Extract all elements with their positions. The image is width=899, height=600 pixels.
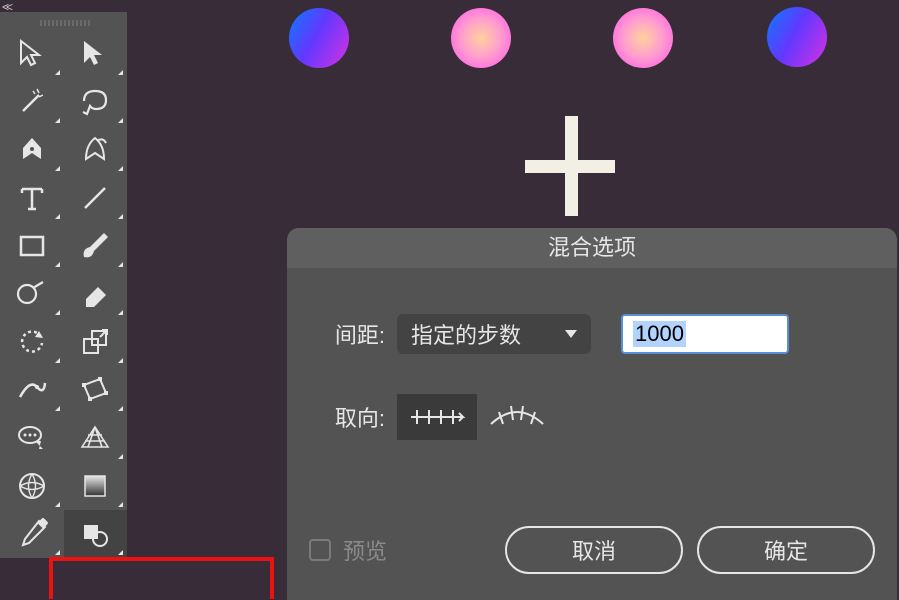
gradient-circle-4[interactable] bbox=[767, 7, 827, 67]
spacing-value-input[interactable]: 1000 bbox=[621, 314, 789, 354]
selection-tool[interactable] bbox=[0, 30, 64, 78]
rectangle-tool[interactable] bbox=[0, 222, 64, 270]
perspective-grid-tool[interactable] bbox=[64, 414, 128, 462]
highlight-annotation bbox=[49, 557, 274, 599]
spacing-mode-select[interactable]: 指定的步数 bbox=[397, 314, 591, 354]
type-tool[interactable] bbox=[0, 174, 64, 222]
line-tool[interactable] bbox=[64, 174, 128, 222]
gradient-circle-1[interactable] bbox=[289, 8, 349, 68]
gradient-circle-2[interactable] bbox=[451, 8, 511, 68]
direct-selection-tool[interactable] bbox=[64, 30, 128, 78]
orientation-label: 取向: bbox=[319, 401, 385, 433]
shape-builder-tool[interactable] bbox=[0, 270, 64, 318]
orientation-align-path[interactable] bbox=[477, 394, 557, 440]
preview-checkbox[interactable] bbox=[309, 539, 331, 561]
dialog-title: 混合选项 bbox=[287, 228, 897, 268]
curvature-pen-tool[interactable] bbox=[64, 126, 128, 174]
comment-tool[interactable] bbox=[0, 414, 64, 462]
magic-wand-tool[interactable] bbox=[0, 78, 64, 126]
mesh-tool[interactable] bbox=[0, 462, 64, 510]
pen-tool[interactable] bbox=[0, 126, 64, 174]
brush-tool[interactable] bbox=[64, 222, 128, 270]
gradient-circle-3[interactable] bbox=[613, 8, 673, 68]
orientation-align-page[interactable] bbox=[397, 394, 477, 440]
lasso-tool[interactable] bbox=[64, 78, 128, 126]
gradient-tool[interactable] bbox=[64, 462, 128, 510]
symbol-sprayer-tool[interactable] bbox=[64, 510, 128, 558]
spacing-mode-value: 指定的步数 bbox=[411, 318, 521, 350]
tool-panel bbox=[0, 12, 127, 558]
eyedropper-tool[interactable] bbox=[0, 510, 64, 558]
width-tool[interactable] bbox=[0, 366, 64, 414]
ok-button[interactable]: 确定 bbox=[697, 526, 875, 574]
eraser-tool[interactable] bbox=[64, 270, 128, 318]
spacing-label: 间距: bbox=[319, 318, 385, 350]
crosshair-cursor bbox=[525, 116, 615, 216]
rotate-tool[interactable] bbox=[0, 318, 64, 366]
cancel-button[interactable]: 取消 bbox=[505, 526, 683, 574]
preview-label: 预览 bbox=[343, 534, 387, 566]
blend-options-dialog: 混合选项 间距: 指定的步数 1000 取向: 预览 取消 确定 bbox=[287, 228, 897, 600]
chevron-down-icon bbox=[565, 330, 577, 338]
scale-tool[interactable] bbox=[64, 318, 128, 366]
free-transform-tool[interactable] bbox=[64, 366, 128, 414]
